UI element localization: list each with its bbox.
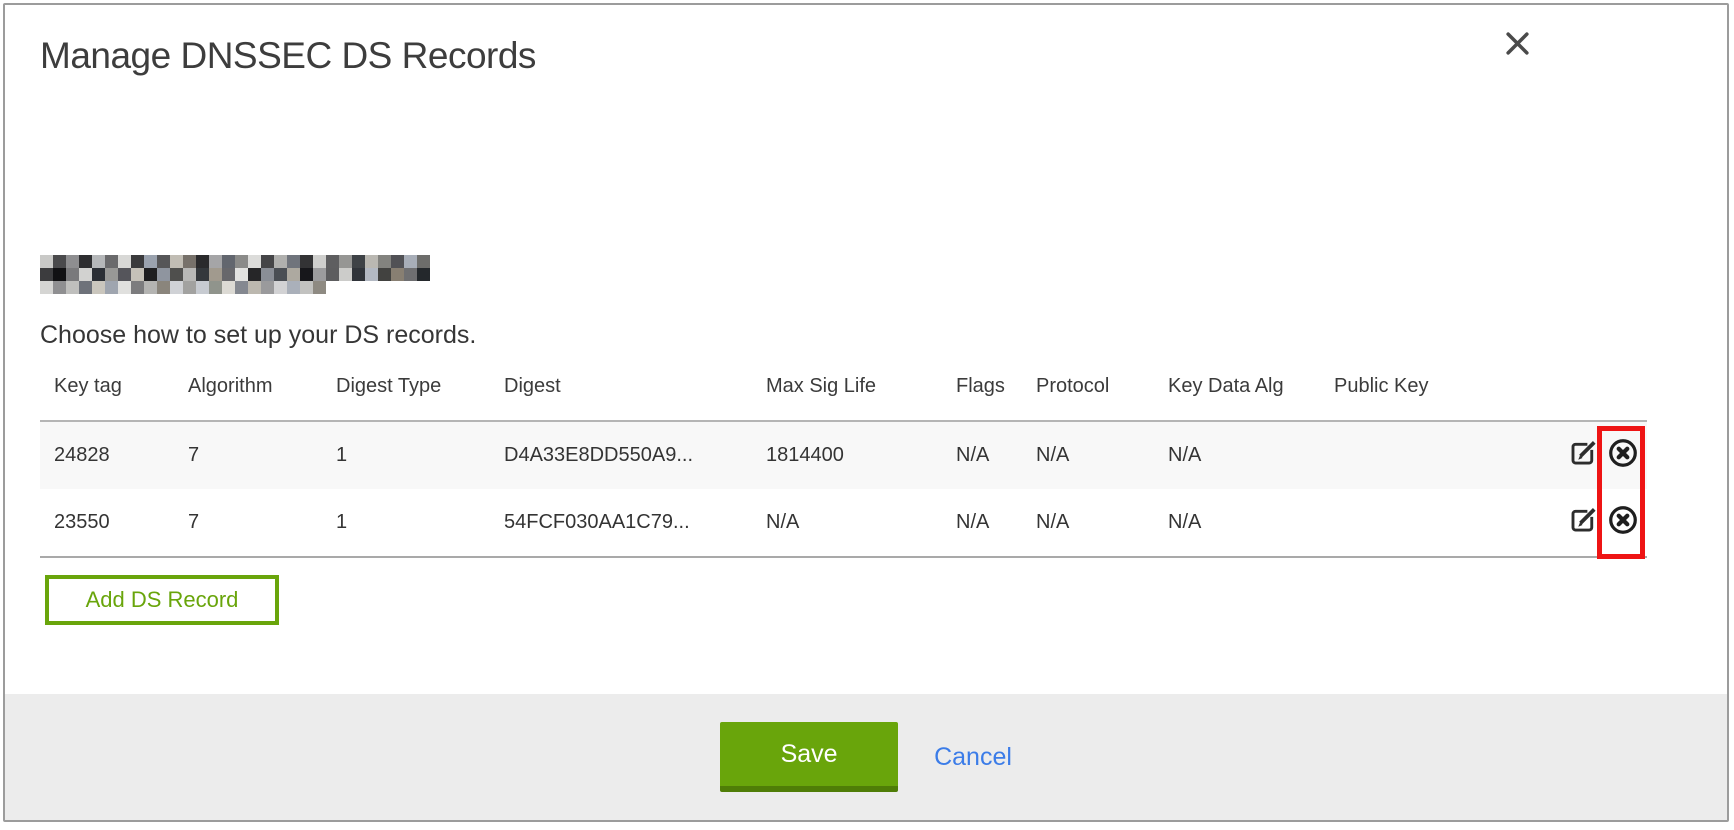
- cell-digest-type: 1: [322, 421, 490, 489]
- instruction-text: Choose how to set up your DS records.: [40, 321, 476, 350]
- cell-key-tag: 23550: [40, 489, 174, 557]
- column-header-public-key: Public Key: [1320, 375, 1482, 421]
- cell-flags: N/A: [942, 421, 1022, 489]
- cell-digest: 54FCF030AA1C79...: [490, 489, 752, 557]
- x-circle-icon: [1607, 519, 1639, 541]
- save-button[interactable]: Save: [720, 722, 898, 792]
- column-header-flags: Flags: [942, 375, 1022, 421]
- column-header-protocol: Protocol: [1022, 375, 1154, 421]
- cell-algorithm: 7: [174, 489, 322, 557]
- column-header-key-tag: Key tag: [40, 375, 174, 421]
- delete-record-button[interactable]: [1607, 437, 1639, 475]
- delete-record-button[interactable]: [1607, 504, 1639, 542]
- redacted-domain-name: [40, 255, 430, 294]
- cell-key-data-alg: N/A: [1154, 489, 1320, 557]
- column-header-digest-type: Digest Type: [322, 375, 490, 421]
- cell-public-key: [1320, 489, 1482, 557]
- close-x-icon: [1504, 30, 1531, 62]
- column-header-max-sig-life: Max Sig Life: [752, 375, 942, 421]
- cancel-link[interactable]: Cancel: [934, 743, 1012, 772]
- modal-title: Manage DNSSEC DS Records: [40, 35, 536, 77]
- x-circle-icon: [1607, 452, 1639, 474]
- edit-pencil-square-icon: [1568, 518, 1598, 540]
- cell-protocol: N/A: [1022, 421, 1154, 489]
- add-ds-record-button[interactable]: Add DS Record: [45, 575, 279, 625]
- ds-records-table: Key tagAlgorithmDigest TypeDigestMax Sig…: [40, 375, 1647, 558]
- cell-flags: N/A: [942, 489, 1022, 557]
- table-header-row: Key tagAlgorithmDigest TypeDigestMax Sig…: [40, 375, 1647, 421]
- modal-footer: Save Cancel: [5, 694, 1727, 820]
- cell-max-sig-life: 1814400: [752, 421, 942, 489]
- edit-pencil-square-icon: [1568, 451, 1598, 473]
- cell-algorithm: 7: [174, 421, 322, 489]
- table-row: 2482871D4A33E8DD550A9...1814400N/AN/AN/A: [40, 421, 1647, 489]
- cell-digest: D4A33E8DD550A9...: [490, 421, 752, 489]
- column-header-key-data-alg: Key Data Alg: [1154, 375, 1320, 421]
- close-button[interactable]: [1500, 29, 1534, 63]
- cell-key-tag: 24828: [40, 421, 174, 489]
- edit-record-button[interactable]: [1568, 438, 1598, 474]
- column-header-algorithm: Algorithm: [174, 375, 322, 421]
- column-header-digest: Digest: [490, 375, 752, 421]
- manage-dnssec-modal: Manage DNSSEC DS Records Choose how to s…: [3, 3, 1729, 822]
- cell-public-key: [1320, 421, 1482, 489]
- row-actions: [1482, 489, 1647, 557]
- cell-digest-type: 1: [322, 489, 490, 557]
- cell-protocol: N/A: [1022, 489, 1154, 557]
- table-row: 235507154FCF030AA1C79...N/AN/AN/AN/A: [40, 489, 1647, 557]
- edit-record-button[interactable]: [1568, 505, 1598, 541]
- row-actions: [1482, 421, 1647, 489]
- cell-max-sig-life: N/A: [752, 489, 942, 557]
- cell-key-data-alg: N/A: [1154, 421, 1320, 489]
